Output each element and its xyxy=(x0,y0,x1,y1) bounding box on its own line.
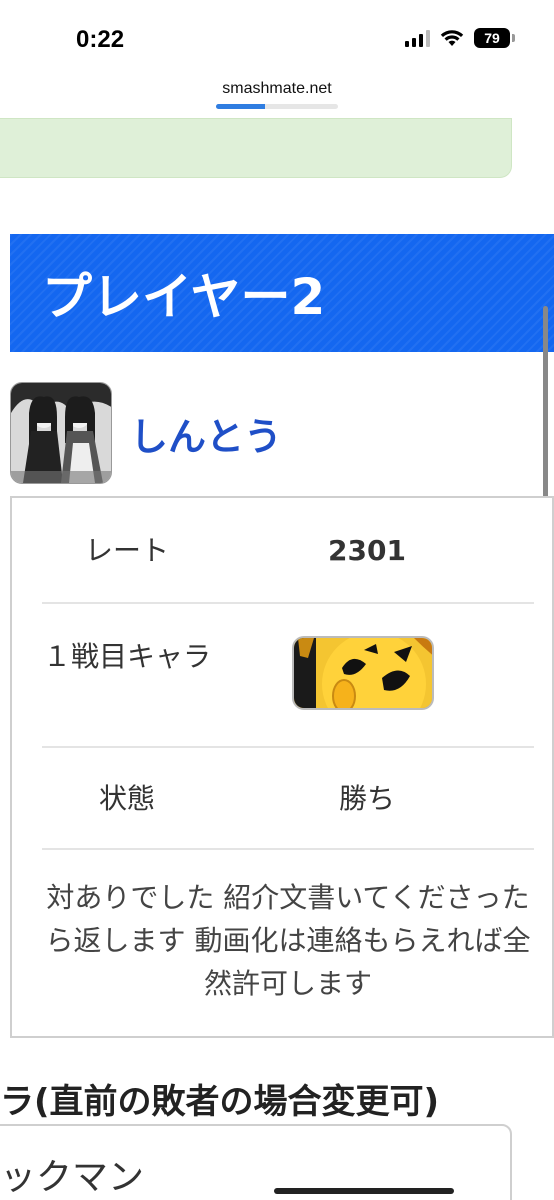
row-divider xyxy=(42,602,534,604)
rate-row: レート 2301 xyxy=(42,530,534,572)
row-divider xyxy=(42,746,534,748)
state-value: 勝ち xyxy=(338,782,395,815)
character-label: １戦目キャラ xyxy=(42,640,211,673)
cellular-signal-icon xyxy=(405,29,430,47)
player-header: プレイヤー2 xyxy=(10,234,554,352)
status-time: 0:22 xyxy=(76,26,125,53)
notice-box xyxy=(0,118,512,178)
player-name-link[interactable]: しんとう xyxy=(130,406,282,461)
page-load-progress-fill xyxy=(216,104,265,109)
rate-value: 2301 xyxy=(328,534,406,567)
rate-label: レート xyxy=(84,534,169,567)
wifi-icon xyxy=(440,30,464,46)
player-comment: 対ありでした 紹介文書いてくださったら返します 動画化は連絡もらえれば全然許可し… xyxy=(45,881,531,1000)
player-avatar[interactable] xyxy=(10,382,112,484)
status-bar: 0:22 79 xyxy=(0,0,554,80)
page: 0:22 79 smashmate.net プレイヤー2 しんとう レート 23… xyxy=(0,0,554,1200)
status-icons: 79 xyxy=(405,28,515,48)
character-row: １戦目キャラ xyxy=(42,636,534,720)
player-info-table: レート 2301 １戦目キャラ 状態 勝ち 対ありでした 紹介文書いてくださった… xyxy=(10,496,554,1038)
home-indicator[interactable] xyxy=(274,1188,454,1194)
avatar-illustration xyxy=(11,383,111,483)
section-title: ラ(直前の敗者の場合変更可) xyxy=(0,1082,440,1122)
url-bar[interactable]: smashmate.net xyxy=(0,80,554,98)
page-load-progress xyxy=(216,104,338,109)
state-row: 状態 勝ち xyxy=(42,778,534,820)
battery-icon: 79 xyxy=(474,28,515,48)
pac-man-icon[interactable] xyxy=(292,636,434,710)
character-illustration xyxy=(294,638,432,708)
state-label: 状態 xyxy=(98,782,155,815)
row-divider xyxy=(42,848,534,850)
character-select-value: ックマン xyxy=(0,1157,145,1198)
scrollbar[interactable] xyxy=(543,306,548,520)
